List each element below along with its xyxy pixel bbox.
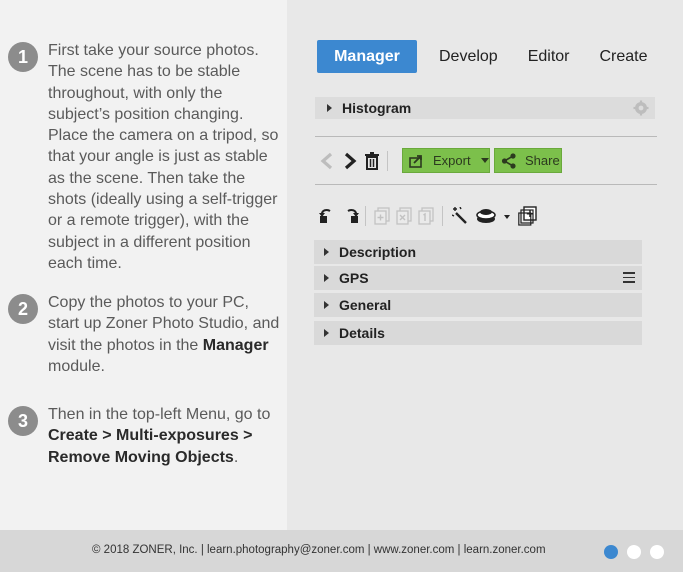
add-layer-icon[interactable]: [518, 206, 538, 226]
step-text: Then in the top-left Menu, go to Create …: [48, 406, 271, 466]
page-dot[interactable]: [627, 545, 641, 559]
tab-editor[interactable]: Editor: [528, 40, 570, 73]
tab-create[interactable]: Create: [600, 40, 648, 73]
gear-icon[interactable]: [633, 100, 649, 116]
tab-develop[interactable]: Develop: [439, 40, 498, 73]
navigation-toolbar: Export Share: [319, 148, 659, 174]
expand-arrow-icon: [324, 248, 329, 256]
footer: © 2018 ZONER, Inc. | learn.photography@z…: [0, 530, 683, 572]
toolbar-divider: [365, 206, 366, 226]
rotate-right-icon[interactable]: [341, 207, 359, 225]
page-dot-active[interactable]: [604, 545, 618, 559]
next-arrow-icon[interactable]: [342, 152, 358, 170]
step-1: 1 First take your source photos. The sce…: [8, 40, 280, 274]
section-general[interactable]: General: [314, 293, 642, 317]
dropdown-arrow-icon: [480, 158, 489, 163]
previous-arrow-icon[interactable]: [319, 152, 335, 170]
tab-manager[interactable]: Manager: [317, 40, 417, 73]
layers-effects-icon[interactable]: [476, 207, 498, 225]
expand-arrow-icon: [324, 301, 329, 309]
step-3: 3 Then in the top-left Menu, go to Creat…: [8, 404, 280, 468]
expand-arrow-icon: [324, 274, 329, 282]
edit-toolbar: [319, 203, 659, 229]
share-label: Share: [525, 153, 560, 168]
export-label: Export: [433, 153, 471, 168]
divider: [315, 136, 657, 137]
step-text: Copy the photos to your PC, start up Zon…: [48, 294, 280, 375]
module-tabs: Manager Develop Editor Create: [317, 40, 648, 73]
rotate-left-icon[interactable]: [319, 207, 337, 225]
magic-wand-icon[interactable]: [452, 207, 470, 225]
step-number: 1: [8, 42, 38, 72]
instructions-panel: 1 First take your source photos. The sce…: [0, 0, 287, 530]
app-ui-panel: Manager Develop Editor Create Histogram: [287, 0, 683, 530]
section-gps[interactable]: GPS: [314, 266, 642, 290]
bold-term: Manager: [202, 336, 269, 354]
histogram-label: Histogram: [342, 100, 412, 116]
section-details[interactable]: Details: [314, 321, 642, 345]
menu-icon[interactable]: [623, 272, 635, 283]
expand-arrow-icon: [327, 104, 332, 112]
step-number: 2: [8, 294, 38, 324]
page-dot[interactable]: [650, 545, 664, 559]
remove-from-album-icon[interactable]: [396, 207, 412, 225]
share-icon: [501, 152, 516, 169]
section-description[interactable]: Description: [314, 240, 642, 264]
divider: [315, 184, 657, 185]
add-to-album-icon[interactable]: [374, 207, 390, 225]
step-text: First take your source photos. The scene…: [48, 42, 279, 272]
footer-text: © 2018 ZONER, Inc. | learn.photography@z…: [92, 544, 546, 556]
toolbar-divider: [442, 206, 443, 226]
bold-term: Create > Multi-exposures > Remove Moving…: [48, 427, 253, 466]
number-label-icon[interactable]: [418, 207, 434, 225]
export-button[interactable]: Export: [402, 148, 490, 173]
histogram-header[interactable]: Histogram: [315, 97, 655, 119]
export-icon: [409, 154, 422, 168]
step-number: 3: [8, 406, 38, 436]
trash-icon[interactable]: [365, 152, 379, 170]
step-2: 2 Copy the photos to your PC, start up Z…: [8, 292, 280, 377]
toolbar-divider: [387, 151, 388, 171]
dropdown-arrow-icon[interactable]: [504, 215, 510, 219]
share-button[interactable]: Share: [494, 148, 562, 173]
expand-arrow-icon: [324, 329, 329, 337]
